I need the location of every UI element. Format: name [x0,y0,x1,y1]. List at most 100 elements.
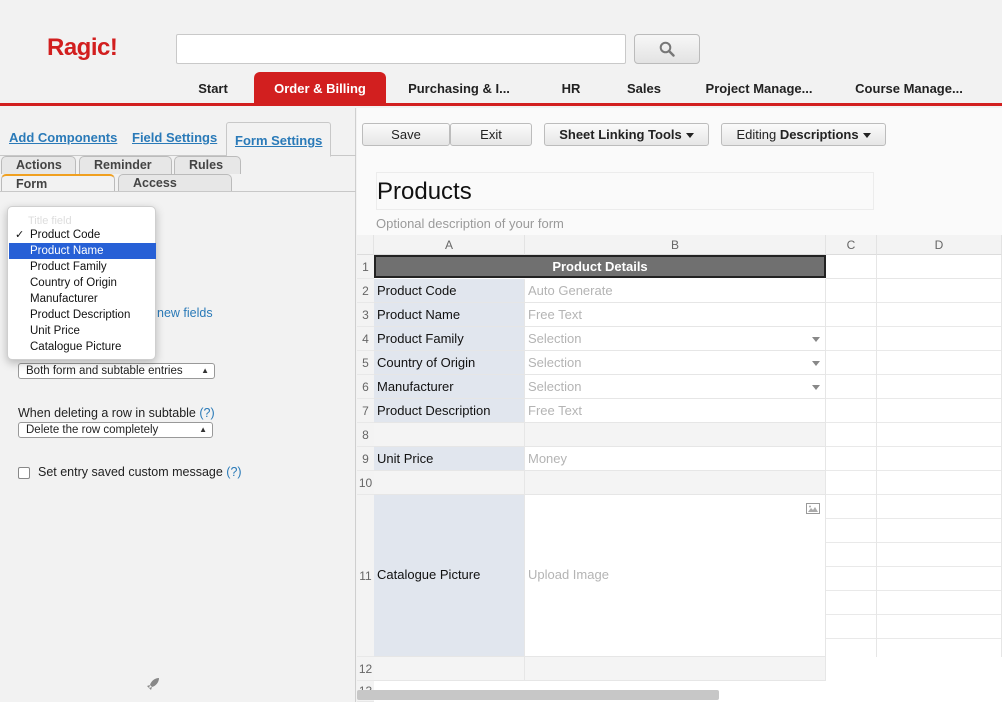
select-arrows-icon: ▲ [201,366,209,375]
search-input[interactable] [176,34,626,64]
tab-project-management[interactable]: Project Manage... [700,72,818,106]
design-panel: Add Components Field Settings Form Setti… [0,108,356,702]
delete-row-select[interactable]: Delete the row completely ▲ [18,422,213,438]
tab-form-settings[interactable]: Form Settings [226,122,332,157]
save-button[interactable]: Save [362,123,450,146]
dropdown-option-unit-price[interactable]: Unit Price [9,323,156,339]
dropdown-option-country-of-origin[interactable]: Country of Origin [9,275,156,291]
select-arrows-icon: ▲ [199,425,207,434]
dropdown-arrow-icon [812,361,820,366]
grid-cell[interactable] [525,471,826,495]
column-header-a[interactable]: A [374,235,525,255]
row-number[interactable]: 12 [357,657,374,681]
grid-cell[interactable] [877,255,1002,279]
tab-sales[interactable]: Sales [620,72,668,106]
exit-button[interactable]: Exit [450,123,532,146]
field-label-product-family[interactable]: Product Family [374,327,525,351]
horizontal-scrollbar[interactable] [357,690,719,700]
editing-mode-button[interactable]: Editing Descriptions [721,123,886,146]
column-d-cells[interactable] [877,279,1002,657]
subtab-reminder[interactable]: Reminder [79,156,172,174]
row-number[interactable]: 6 [357,375,374,399]
row-number[interactable]: 8 [357,423,374,447]
column-header-c[interactable]: C [826,235,877,255]
field-value-product-description[interactable]: Free Text [525,399,826,423]
grid-cell[interactable] [525,423,826,447]
delete-row-setting-label: When deleting a row in subtable (?) [18,406,215,420]
tab-field-settings[interactable]: Field Settings [132,130,217,145]
field-label-product-code[interactable]: Product Code [374,279,525,303]
image-icon [806,503,820,514]
section-header-cell[interactable]: Product Details [374,255,826,278]
field-label-product-description[interactable]: Product Description [374,399,525,423]
caret-down-icon [862,133,871,139]
dropdown-arrow-icon [812,385,820,390]
tab-purchasing[interactable]: Purchasing & I... [400,72,518,106]
field-label-product-name[interactable]: Product Name [374,303,525,327]
grid-cell[interactable] [374,471,525,495]
row-number[interactable]: 5 [357,351,374,375]
field-label-unit-price[interactable]: Unit Price [374,447,525,471]
subtab-access-rights[interactable]: Access Rights [118,174,232,206]
subtab-rules[interactable]: Rules [174,156,241,174]
entry-type-select[interactable]: Both form and subtable entries ▲ [18,363,215,379]
field-value-country-of-origin[interactable]: Selection [525,351,826,375]
custom-message-help-link[interactable]: (?) [226,465,241,479]
grid-cell[interactable] [826,255,877,279]
form-title[interactable]: Products [376,172,874,210]
field-value-unit-price[interactable]: Money [525,447,826,471]
checkmark-icon: ✓ [15,229,25,241]
sheet-grid: A B C D 1 2 3 4 5 6 7 8 9 10 11 12 13 Pr… [357,235,1002,702]
row-number[interactable]: 9 [357,447,374,471]
app-header: Ragic! Start Order & Billing Purchasing … [0,0,1002,106]
row-number[interactable]: 2 [357,279,374,303]
tab-hr[interactable]: HR [550,72,592,106]
form-description[interactable]: Optional description of your form [376,216,564,231]
title-field-dropdown[interactable]: Title field ✓ Product Code Product Name … [7,206,156,360]
custom-message-label: Set entry saved custom message (?) [38,465,242,479]
dropdown-option-product-description[interactable]: Product Description [9,307,156,323]
rocket-icon[interactable] [146,677,160,694]
row-number[interactable]: 7 [357,399,374,423]
column-header-b[interactable]: B [525,235,826,255]
grid-cell[interactable] [374,657,525,681]
custom-message-checkbox[interactable] [18,467,30,479]
grid-cell[interactable] [374,423,525,447]
dropdown-option-product-family[interactable]: Product Family [9,259,156,275]
field-label-manufacturer[interactable]: Manufacturer [374,375,525,399]
field-value-product-name[interactable]: Free Text [525,303,826,327]
column-c-cells[interactable] [826,279,877,657]
delete-row-help-link[interactable]: (?) [199,406,214,420]
field-label-catalogue-picture[interactable]: Catalogue Picture [374,495,525,657]
search-icon [659,41,675,57]
field-value-product-code[interactable]: Auto Generate [525,279,826,303]
tab-course-management[interactable]: Course Manage... [850,72,968,106]
row-number[interactable]: 4 [357,327,374,351]
subtab-form-settings[interactable]: Form Settings [1,174,115,207]
field-value-manufacturer[interactable]: Selection [525,375,826,399]
dropdown-option-manufacturer[interactable]: Manufacturer [9,291,156,307]
dropdown-option-catalogue-picture[interactable]: Catalogue Picture [9,339,156,355]
grid-cell[interactable] [525,657,826,681]
row-number[interactable]: 1 [357,255,374,279]
sheet-linking-tools-button[interactable]: Sheet Linking Tools [544,123,709,146]
design-panel-tabs: Add Components Field Settings Form Setti… [0,116,356,157]
dropdown-option-product-name[interactable]: Product Name [9,243,156,259]
search-button[interactable] [634,34,700,64]
column-header-d[interactable]: D [877,235,1002,255]
row-number[interactable]: 3 [357,303,374,327]
tab-add-components[interactable]: Add Components [9,130,117,145]
field-value-catalogue-picture[interactable]: Upload Image [525,495,826,657]
ragic-logo[interactable]: Ragic! [47,34,118,62]
subtab-actions[interactable]: Actions [1,156,76,174]
tab-start[interactable]: Start [186,72,240,106]
new-fields-link[interactable]: new fields [157,306,213,320]
tab-order-billing[interactable]: Order & Billing [254,72,386,106]
top-navigation: Start Order & Billing Purchasing & I... … [0,72,1002,106]
field-value-product-family[interactable]: Selection [525,327,826,351]
row-number[interactable]: 11 [357,495,374,657]
row-number[interactable]: 10 [357,471,374,495]
dropdown-option-product-code[interactable]: ✓ Product Code [9,227,156,243]
dropdown-faded-label: Title field [28,215,72,227]
field-label-country-of-origin[interactable]: Country of Origin [374,351,525,375]
